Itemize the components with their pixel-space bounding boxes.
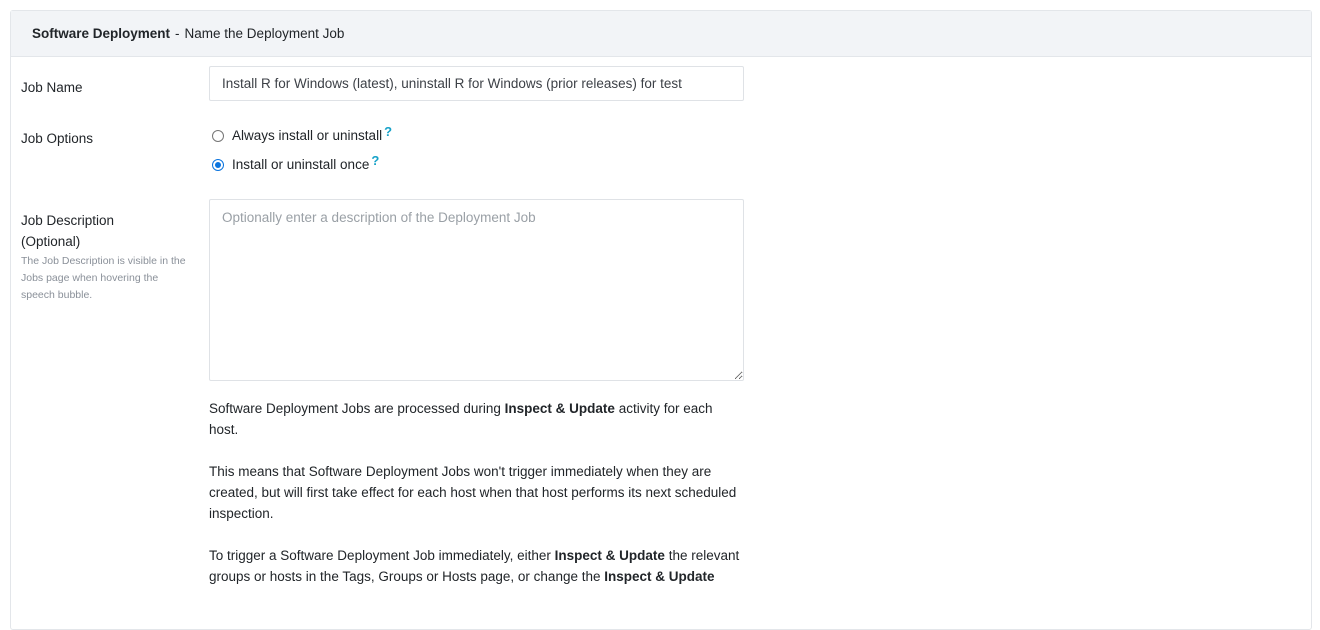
option-always-install-label: Always install or uninstall (232, 128, 383, 143)
job-description-label-line2: (Optional) (21, 234, 81, 249)
job-description-textarea[interactable] (209, 199, 744, 381)
help-question-icon[interactable]: ? (371, 153, 379, 168)
option-always-install[interactable]: Always install or uninstall ? (212, 124, 392, 143)
job-name-label: Job Name (21, 80, 83, 95)
radio-always-install[interactable] (212, 129, 224, 142)
panel-header: Software Deployment - Name the Deploymen… (11, 11, 1311, 57)
job-description-help-text: The Job Description is visible in the Jo… (21, 255, 186, 301)
info-paragraph-3: To trigger a Software Deployment Job imm… (209, 548, 740, 584)
job-description-label-line1: Job Description (21, 213, 115, 228)
job-name-input[interactable] (209, 66, 744, 101)
option-install-once[interactable]: Install or uninstall once ? (212, 153, 379, 172)
info-block: Software Deployment Jobs are processed d… (209, 398, 744, 608)
radio-install-once[interactable] (212, 158, 224, 171)
panel-title: Software Deployment (32, 26, 171, 41)
info-paragraph-2: This means that Software Deployment Jobs… (209, 464, 737, 521)
title-separator: - (175, 26, 180, 41)
help-question-icon[interactable]: ? (384, 124, 392, 139)
job-options-label: Job Options (21, 131, 94, 146)
info-paragraph-1: Software Deployment Jobs are processed d… (209, 401, 713, 437)
job-description-label: Job Description (Optional) (21, 210, 114, 252)
panel-subtitle: Name the Deployment Job (184, 26, 345, 41)
option-install-once-label: Install or uninstall once (232, 157, 370, 172)
